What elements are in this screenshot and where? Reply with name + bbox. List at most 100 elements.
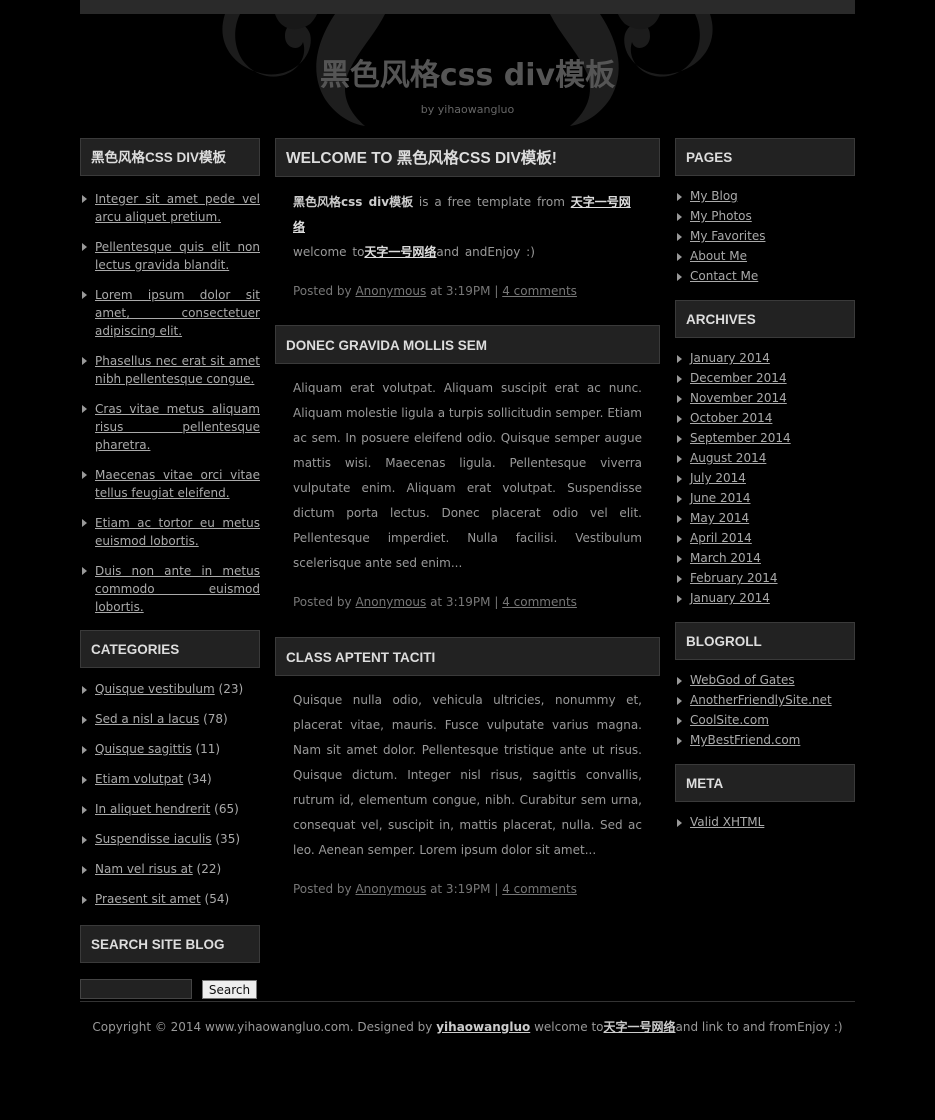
- page-link[interactable]: My Blog: [690, 189, 738, 203]
- author-link[interactable]: Anonymous: [355, 882, 426, 896]
- category-item: Quisque sagittis (11): [80, 741, 260, 771]
- archive-link[interactable]: July 2014: [690, 471, 746, 485]
- category-count: (23): [218, 682, 244, 696]
- archive-link[interactable]: June 2014: [690, 491, 751, 505]
- list-item: Duis non ante in metus commodo euismod l…: [80, 562, 260, 616]
- archive-link[interactable]: April 2014: [690, 531, 752, 545]
- post-title[interactable]: CLASS APTENT TACITI: [275, 637, 660, 676]
- archive-link[interactable]: January 2014: [690, 591, 770, 605]
- featured-link[interactable]: Pellentesque quis elit non lectus gravid…: [95, 240, 260, 272]
- search-title: SEARCH SITE BLOG: [80, 925, 260, 963]
- archive-link[interactable]: October 2014: [690, 411, 772, 425]
- post-title[interactable]: WELCOME TO 黑色风格CSS DIV模板!: [275, 138, 660, 177]
- archive-link[interactable]: February 2014: [690, 571, 778, 585]
- search-button[interactable]: Search: [202, 980, 257, 999]
- category-link[interactable]: Suspendisse iaculis: [95, 832, 212, 846]
- site-title[interactable]: 黑色风格css div模板: [0, 50, 935, 94]
- list-item: May 2014: [675, 510, 855, 530]
- search-form: Search: [80, 979, 260, 1001]
- list-item: December 2014: [675, 370, 855, 390]
- archive-link[interactable]: September 2014: [690, 431, 791, 445]
- archive-link[interactable]: March 2014: [690, 551, 761, 565]
- comments-link[interactable]: 4 comments: [502, 284, 577, 298]
- footer-text: and link to and fromEnjoy :): [675, 1020, 843, 1034]
- blogroll-link[interactable]: MyBestFriend.com: [690, 733, 800, 747]
- list-item: WebGod of Gates: [675, 672, 855, 692]
- post-body-text: is a free template from: [413, 195, 571, 209]
- main-content: WELCOME TO 黑色风格CSS DIV模板! 黑色风格css div模板 …: [275, 138, 660, 897]
- author-link[interactable]: Anonymous: [355, 284, 426, 298]
- post-body: Aliquam erat volutpat. Aliquam suscipit …: [293, 381, 642, 570]
- featured-link[interactable]: Cras vitae metus aliquam risus pellentes…: [95, 402, 260, 452]
- post-time: at 3:19PM: [430, 284, 491, 298]
- featured-link[interactable]: Maecenas vitae orci vitae tellus feugiat…: [95, 468, 260, 500]
- top-bar: [80, 0, 855, 14]
- list-item: April 2014: [675, 530, 855, 550]
- category-link[interactable]: Etiam volutpat: [95, 772, 183, 786]
- list-item: July 2014: [675, 470, 855, 490]
- page-link[interactable]: My Photos: [690, 209, 752, 223]
- posted-by-label: Posted by: [293, 882, 352, 896]
- category-link[interactable]: Quisque vestibulum: [95, 682, 215, 696]
- featured-link[interactable]: Lorem ipsum dolor sit amet, consectetuer…: [95, 288, 260, 338]
- footer-site-link[interactable]: 天字一号网络: [603, 1020, 675, 1034]
- category-item: Nam vel risus at (22): [80, 861, 260, 891]
- post-meta: Posted by Anonymous at 3:19PM | 4 commen…: [275, 283, 660, 299]
- page-link[interactable]: My Favorites: [690, 229, 765, 243]
- list-item: About Me: [675, 248, 855, 268]
- featured-links-list: Integer sit amet pede vel arcu aliquet p…: [80, 190, 260, 616]
- list-item: MyBestFriend.com: [675, 732, 855, 752]
- right-sidebar: PAGES My Blog My Photos My Favorites Abo…: [675, 138, 855, 846]
- list-item: September 2014: [675, 430, 855, 450]
- blogroll-link[interactable]: WebGod of Gates: [690, 673, 795, 687]
- designer-link[interactable]: yihaowangluo: [436, 1020, 530, 1034]
- meta-title: META: [675, 764, 855, 802]
- list-item: AnotherFriendlySite.net: [675, 692, 855, 712]
- page-link[interactable]: Contact Me: [690, 269, 758, 283]
- author-link[interactable]: Anonymous: [355, 595, 426, 609]
- archive-link[interactable]: November 2014: [690, 391, 787, 405]
- meta-link[interactable]: Valid XHTML: [690, 815, 764, 829]
- pages-title: PAGES: [675, 138, 855, 176]
- category-item: Sed a nisl a lacus (78): [80, 711, 260, 741]
- blogroll-link[interactable]: CoolSite.com: [690, 713, 769, 727]
- footer-text: welcome to: [530, 1020, 604, 1034]
- archive-link[interactable]: January 2014: [690, 351, 770, 365]
- category-link[interactable]: Praesent sit amet: [95, 892, 201, 906]
- list-item: CoolSite.com: [675, 712, 855, 732]
- comments-link[interactable]: 4 comments: [502, 595, 577, 609]
- featured-link[interactable]: Phasellus nec erat sit amet nibh pellent…: [95, 354, 260, 386]
- post-time: at 3:19PM: [430, 882, 491, 896]
- list-item: Phasellus nec erat sit amet nibh pellent…: [80, 352, 260, 388]
- sidebar-box-title: 黑色风格CSS DIV模板: [80, 138, 260, 176]
- archives-title: ARCHIVES: [675, 300, 855, 338]
- list-item: My Blog: [675, 188, 855, 208]
- featured-link[interactable]: Duis non ante in metus commodo euismod l…: [95, 564, 260, 614]
- category-link[interactable]: Nam vel risus at: [95, 862, 193, 876]
- list-item: Maecenas vitae orci vitae tellus feugiat…: [80, 466, 260, 502]
- category-link[interactable]: Quisque sagittis: [95, 742, 192, 756]
- search-input[interactable]: [80, 979, 192, 999]
- post: CLASS APTENT TACITI Quisque nulla odio, …: [275, 637, 660, 897]
- category-link[interactable]: In aliquet hendrerit: [95, 802, 210, 816]
- list-item: January 2014: [675, 590, 855, 610]
- featured-link[interactable]: Integer sit amet pede vel arcu aliquet p…: [95, 192, 260, 224]
- post-body-link[interactable]: 天字一号网络: [364, 245, 436, 259]
- footer-copyright: Copyright © 2014 www.yihaowangluo.com. D…: [92, 1020, 437, 1034]
- category-link[interactable]: Sed a nisl a lacus: [95, 712, 199, 726]
- site-subtitle: by yihaowangluo: [420, 103, 515, 116]
- archive-link[interactable]: August 2014: [690, 451, 766, 465]
- meta-separator: |: [494, 882, 499, 896]
- archive-link[interactable]: December 2014: [690, 371, 787, 385]
- blogroll-link[interactable]: AnotherFriendlySite.net: [690, 693, 832, 707]
- archive-link[interactable]: May 2014: [690, 511, 749, 525]
- category-item: Quisque vestibulum (23): [80, 681, 260, 711]
- meta-list: Valid XHTML: [675, 814, 855, 834]
- comments-link[interactable]: 4 comments: [502, 882, 577, 896]
- post-title[interactable]: DONEC GRAVIDA MOLLIS SEM: [275, 325, 660, 364]
- category-count: (22): [196, 862, 222, 876]
- category-item: Praesent sit amet (54): [80, 891, 260, 921]
- page-link[interactable]: About Me: [690, 249, 747, 263]
- featured-link[interactable]: Etiam ac tortor eu metus euismod loborti…: [95, 516, 260, 548]
- post-body-text: welcome to: [293, 245, 365, 259]
